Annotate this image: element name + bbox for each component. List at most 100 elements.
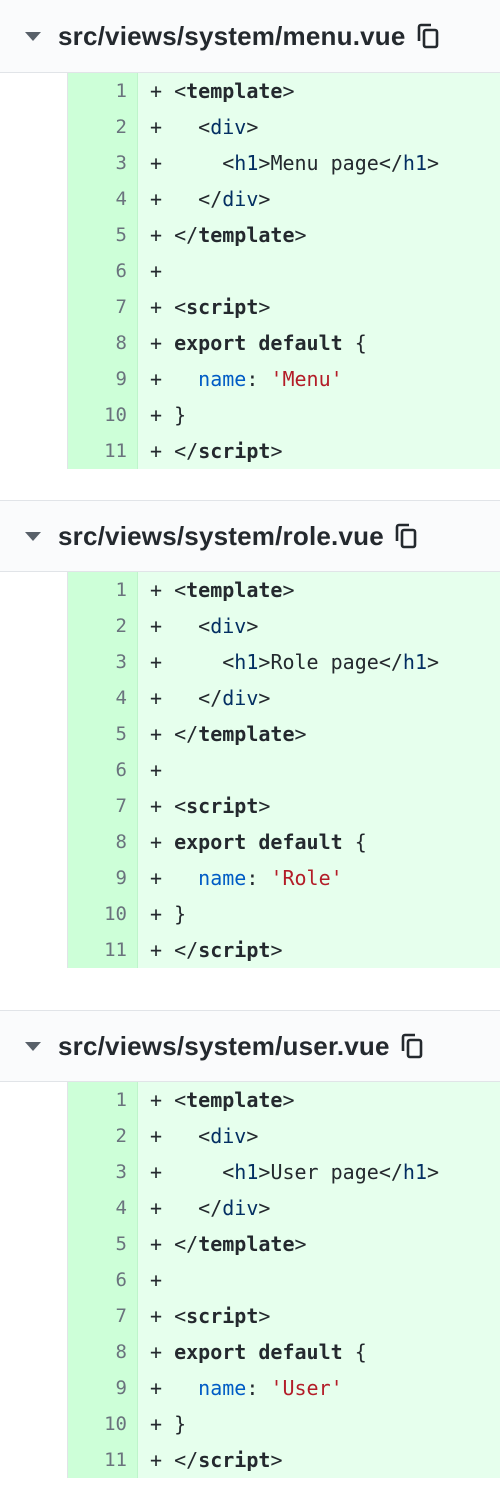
code-token: export default — [174, 331, 343, 355]
diff-line: 7 + <script> — [0, 289, 500, 325]
code-line: + <div> — [138, 1118, 500, 1154]
line-number[interactable]: 6 — [67, 253, 138, 289]
chevron-down-icon[interactable] — [25, 1041, 41, 1051]
code-token: template — [198, 722, 295, 746]
code-token: + } — [150, 403, 187, 427]
code-token: < — [222, 650, 235, 674]
line-number[interactable]: 1 — [67, 73, 138, 109]
code-token: + — [150, 794, 175, 818]
line-number[interactable]: 9 — [67, 860, 138, 896]
code-line: + <script> — [138, 788, 500, 824]
line-number[interactable]: 6 — [67, 752, 138, 788]
line-number[interactable]: 2 — [67, 1118, 138, 1154]
code-line: + <template> — [138, 1082, 500, 1118]
code-line: + export default { — [138, 1334, 500, 1370]
diff-line: 4 + </div> — [0, 1190, 500, 1226]
line-number[interactable]: 1 — [67, 572, 138, 608]
code-token: + — [150, 223, 175, 247]
line-number[interactable]: 2 — [67, 608, 138, 644]
copy-icon[interactable] — [416, 22, 440, 50]
line-number[interactable]: 7 — [67, 788, 138, 824]
line-number[interactable]: 11 — [67, 932, 138, 968]
copy-icon[interactable] — [400, 1032, 424, 1060]
file-name[interactable]: src/views/system/user.vue — [58, 1031, 390, 1062]
file-name[interactable]: src/views/system/menu.vue — [58, 21, 406, 52]
code-token: name — [198, 367, 247, 391]
diff-line: 2 + <div> — [0, 109, 500, 145]
code-token: > — [258, 1160, 271, 1184]
line-number[interactable]: 3 — [67, 1154, 138, 1190]
code-token: > — [246, 1124, 259, 1148]
code-line: + <div> — [138, 109, 500, 145]
diff-line: 11 + </script> — [0, 433, 500, 469]
line-number[interactable]: 11 — [67, 433, 138, 469]
chevron-down-icon[interactable] — [25, 31, 41, 41]
line-number[interactable]: 5 — [67, 217, 138, 253]
line-number[interactable]: 4 — [67, 680, 138, 716]
code-token: script — [186, 794, 259, 818]
chevron-down-icon[interactable] — [25, 531, 41, 541]
line-number[interactable]: 1 — [67, 1082, 138, 1118]
line-number[interactable]: 7 — [67, 289, 138, 325]
code-line: + <script> — [138, 289, 500, 325]
line-number[interactable]: 10 — [67, 1406, 138, 1442]
line-number[interactable]: 3 — [67, 644, 138, 680]
code-line: + </template> — [138, 716, 500, 752]
diff-file: src/views/system/user.vue 1 + <template> 2… — [0, 1010, 500, 1478]
code-token: </ — [378, 1160, 403, 1184]
code-block: 1 + <template> 2 + <div> 3 + <h1>Menu page</h… — [0, 73, 500, 469]
diff-file: src/views/system/menu.vue 1 + <template> 2… — [0, 0, 500, 469]
code-token: < — [198, 614, 211, 638]
code-token: > — [258, 794, 271, 818]
code-token: + — [150, 1448, 175, 1472]
code-token: < — [174, 1088, 187, 1112]
line-number[interactable]: 5 — [67, 716, 138, 752]
code-line: + export default { — [138, 824, 500, 860]
file-name[interactable]: src/views/system/role.vue — [58, 521, 384, 552]
copy-icon[interactable] — [394, 522, 418, 550]
code-token: > — [427, 1160, 440, 1184]
line-number[interactable]: 4 — [67, 181, 138, 217]
code-token: > — [270, 1448, 283, 1472]
diff-line: 10 + } — [0, 896, 500, 932]
diff-line: 11 + </script> — [0, 932, 500, 968]
old-line-gutter — [0, 253, 67, 289]
line-number[interactable]: 5 — [67, 1226, 138, 1262]
line-number[interactable]: 7 — [67, 1298, 138, 1334]
line-number[interactable]: 8 — [67, 1334, 138, 1370]
line-number[interactable]: 2 — [67, 109, 138, 145]
old-line-gutter — [0, 1190, 67, 1226]
line-number[interactable]: 4 — [67, 1190, 138, 1226]
code-line: + </script> — [138, 932, 500, 968]
line-number[interactable]: 8 — [67, 325, 138, 361]
code-token: : — [246, 367, 271, 391]
line-number[interactable]: 9 — [67, 1370, 138, 1406]
code-token: + — [150, 758, 163, 782]
old-line-gutter — [0, 181, 67, 217]
line-number[interactable]: 6 — [67, 1262, 138, 1298]
code-token: > — [294, 1232, 307, 1256]
line-number[interactable]: 10 — [67, 896, 138, 932]
line-number[interactable]: 8 — [67, 824, 138, 860]
old-line-gutter — [0, 1262, 67, 1298]
code-token: </ — [174, 439, 199, 463]
code-token: 'User' — [270, 1376, 343, 1400]
code-line: + <h1>Role page</h1> — [138, 644, 500, 680]
line-number[interactable]: 11 — [67, 1442, 138, 1478]
line-number[interactable]: 3 — [67, 145, 138, 181]
diff-line: 8 + export default { — [0, 325, 500, 361]
old-line-gutter — [0, 644, 67, 680]
diff-file: src/views/system/role.vue 1 + <template> 2… — [0, 500, 500, 968]
diff-line: 1 + <template> — [0, 73, 500, 109]
line-number[interactable]: 9 — [67, 361, 138, 397]
code-token: { — [342, 830, 367, 854]
code-line: + <template> — [138, 572, 500, 608]
old-line-gutter — [0, 1118, 67, 1154]
old-line-gutter — [0, 73, 67, 109]
code-line: + export default { — [138, 325, 500, 361]
old-line-gutter — [0, 860, 67, 896]
code-token: { — [342, 331, 367, 355]
code-token: + — [150, 650, 223, 674]
code-block: 1 + <template> 2 + <div> 3 + <h1>Role page</h… — [0, 572, 500, 968]
line-number[interactable]: 10 — [67, 397, 138, 433]
